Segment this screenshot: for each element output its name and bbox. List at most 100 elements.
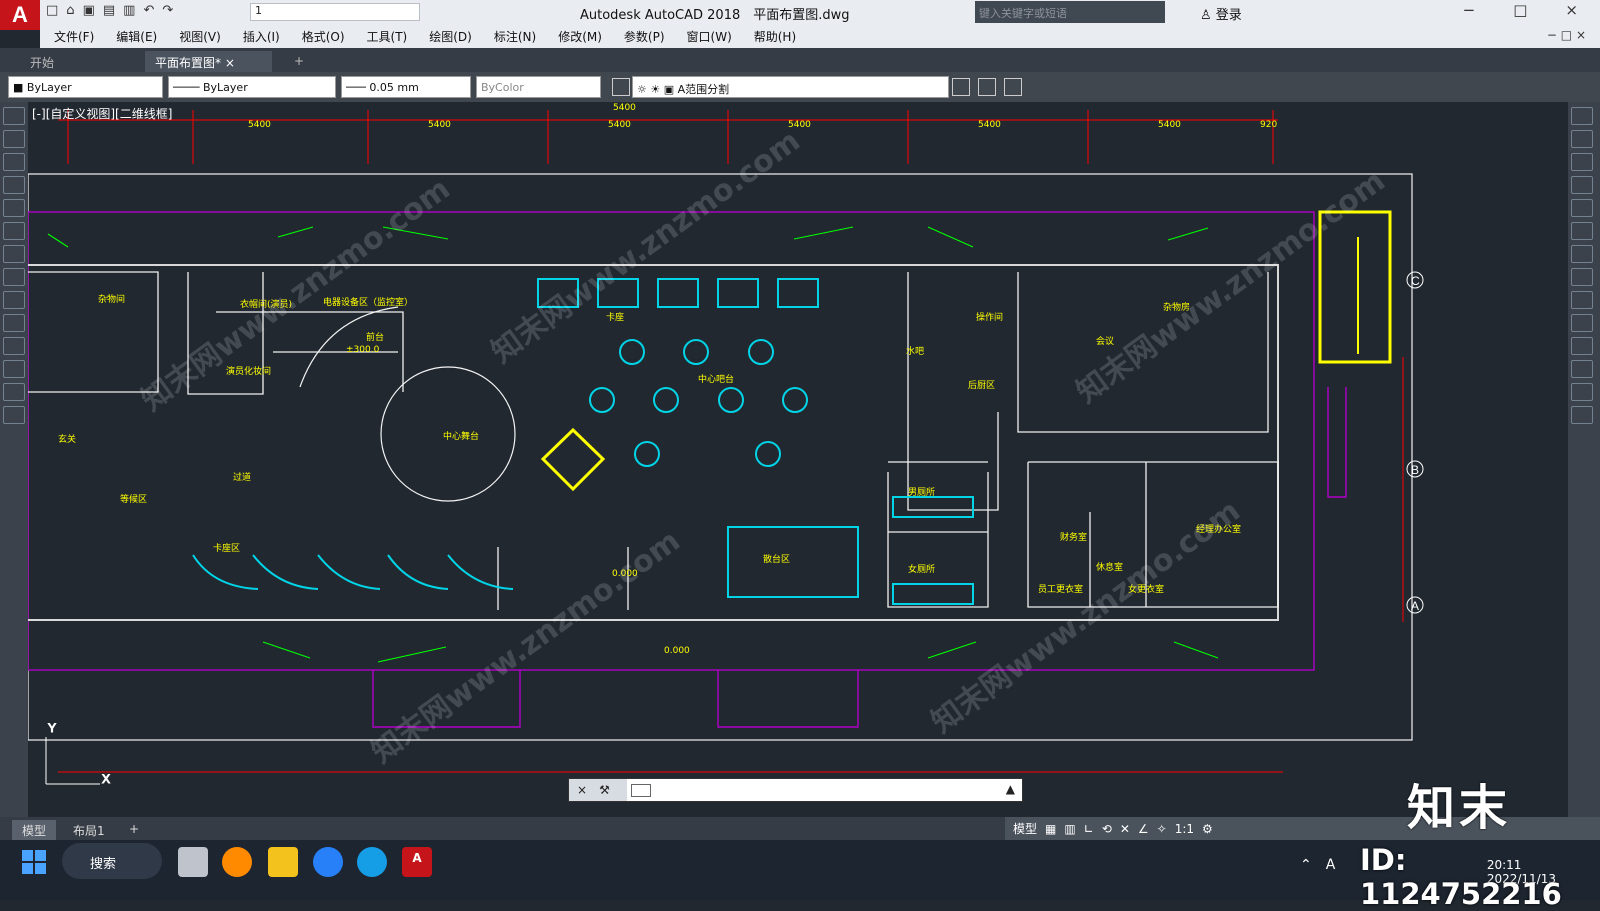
settings-icon[interactable]: ⚙ <box>1202 822 1213 836</box>
layout1-tab[interactable]: 布局1 <box>63 820 115 841</box>
construction-line-icon[interactable] <box>3 130 25 148</box>
spline-icon[interactable] <box>3 291 25 309</box>
close-command-icon[interactable]: × <box>577 783 587 797</box>
erase-icon[interactable] <box>1571 107 1593 125</box>
polygon-icon[interactable] <box>3 176 25 194</box>
extend-icon[interactable] <box>1571 337 1593 355</box>
trim-icon[interactable] <box>1571 314 1593 332</box>
add-layout-button[interactable]: + <box>119 820 149 838</box>
command-input[interactable] <box>659 780 999 800</box>
previous-layer-icon[interactable] <box>978 78 996 96</box>
scale-button[interactable]: 1:1 <box>1175 822 1194 836</box>
layer-isolate-icon[interactable] <box>1004 78 1022 96</box>
otrack-icon[interactable]: ∠ <box>1138 822 1149 836</box>
active-drawing-tab[interactable]: 平面布置图* × <box>145 51 272 72</box>
autocad-taskbar-icon[interactable]: A <box>402 847 432 877</box>
chevron-up-icon[interactable]: ▲ <box>1006 782 1015 796</box>
polar-icon[interactable]: ⟲ <box>1102 822 1112 836</box>
start-tab[interactable]: 开始 <box>20 51 130 72</box>
add-tab-button[interactable]: + <box>284 51 312 72</box>
viewport-label[interactable]: [-][自定义视图][二维线框] <box>32 105 172 122</box>
offset-icon[interactable] <box>1571 176 1593 194</box>
menu-parameters[interactable]: 参数(P) <box>624 28 665 45</box>
hatch-icon[interactable] <box>3 360 25 378</box>
match-layer-icon[interactable] <box>952 78 970 96</box>
save-icon[interactable]: ▣ <box>83 3 95 18</box>
file-explorer-icon[interactable] <box>268 847 298 877</box>
drawing-viewport[interactable]: [-][自定义视图][二维线框] 5400 5400 5400 5400 540… <box>28 102 1568 818</box>
menu-tools[interactable]: 工具(T) <box>367 28 408 45</box>
snap-icon[interactable]: ▥ <box>1064 822 1075 836</box>
redo-icon[interactable]: ↷ <box>162 3 173 18</box>
scale-icon[interactable] <box>1571 268 1593 286</box>
table-icon[interactable] <box>3 383 25 401</box>
undo-icon[interactable]: ↶ <box>143 3 154 18</box>
explode-icon[interactable] <box>1571 406 1593 424</box>
menu-view[interactable]: 视图(V) <box>179 28 221 45</box>
menu-draw[interactable]: 绘图(D) <box>429 28 472 45</box>
windows-start-icon[interactable] <box>22 850 46 874</box>
block-icon[interactable] <box>3 337 25 355</box>
line-icon[interactable] <box>3 107 25 125</box>
ortho-icon[interactable]: ∟ <box>1084 822 1094 836</box>
revision-cloud-icon[interactable] <box>3 268 25 286</box>
annotation-icon[interactable]: ✧ <box>1157 822 1167 836</box>
save-as-icon[interactable]: ▤ <box>103 3 115 18</box>
break-icon[interactable] <box>1571 360 1593 378</box>
restore-icon[interactable]: □ <box>1513 1 1527 19</box>
grid-icon[interactable]: ▦ <box>1045 822 1056 836</box>
edge-icon[interactable] <box>357 847 387 877</box>
building-outline <box>28 173 1413 741</box>
osnap-icon[interactable]: ✕ <box>1120 822 1130 836</box>
command-line[interactable]: × ⚒ ▲ <box>568 778 1023 802</box>
move-icon[interactable] <box>1571 222 1593 240</box>
stretch-icon[interactable] <box>1571 291 1593 309</box>
help-search-input[interactable]: 键入关键字或短语 <box>975 1 1165 23</box>
text-icon[interactable] <box>3 406 25 424</box>
mirror-icon[interactable] <box>1571 153 1593 171</box>
rotate-icon[interactable] <box>1571 245 1593 263</box>
menu-file[interactable]: 文件(F) <box>54 28 94 45</box>
layer-dropdown[interactable]: ☼ ☀ ▣ A范围分割 <box>632 76 949 98</box>
minimize-icon[interactable]: − <box>1463 1 1476 19</box>
workspace-selector[interactable]: 1 <box>250 3 420 21</box>
array-icon[interactable] <box>1571 199 1593 217</box>
task-view-icon[interactable] <box>178 847 208 877</box>
menu-help[interactable]: 帮助(H) <box>754 28 796 45</box>
fillet-icon[interactable] <box>1571 383 1593 401</box>
linetype-dropdown[interactable]: ──── ByLayer <box>168 76 336 98</box>
arc-icon[interactable] <box>3 222 25 240</box>
draw-toolbar <box>0 102 28 817</box>
document-controls[interactable]: − □ × <box>1547 28 1586 42</box>
copy-icon[interactable] <box>1571 130 1593 148</box>
close-tab-icon[interactable]: × <box>225 56 235 70</box>
weather-icon[interactable] <box>222 847 252 877</box>
autocad-logo[interactable]: A <box>0 0 40 30</box>
command-prompt-icon[interactable] <box>631 784 651 797</box>
menu-insert[interactable]: 插入(I) <box>243 28 280 45</box>
color-dropdown[interactable]: ■ ByLayer <box>8 76 163 98</box>
customize-command-icon[interactable]: ⚒ <box>599 783 610 797</box>
print-icon[interactable]: ▥ <box>123 3 135 18</box>
plotstyle-dropdown[interactable]: ByColor <box>476 76 601 98</box>
new-file-icon[interactable]: □ <box>46 3 58 18</box>
lineweight-dropdown[interactable]: ─── 0.05 mm <box>341 76 471 98</box>
ellipse-icon[interactable] <box>3 314 25 332</box>
menu-dimension[interactable]: 标注(N) <box>494 28 536 45</box>
menu-format[interactable]: 格式(O) <box>302 28 345 45</box>
menu-window[interactable]: 窗口(W) <box>687 28 732 45</box>
layer-properties-icon[interactable] <box>612 78 630 96</box>
login-button[interactable]: ♙ 登录 <box>1200 4 1242 23</box>
dimension-label: 5400 <box>978 120 1001 130</box>
taskbar-search-button[interactable]: 搜索 <box>62 843 162 879</box>
close-icon[interactable]: × <box>1565 1 1578 19</box>
menu-edit[interactable]: 编辑(E) <box>116 28 157 45</box>
rectangle-icon[interactable] <box>3 199 25 217</box>
model-tab[interactable]: 模型 <box>12 820 57 841</box>
circle-icon[interactable] <box>3 245 25 263</box>
open-file-icon[interactable]: ⌂ <box>66 3 74 18</box>
model-space-button[interactable]: 模型 <box>1013 820 1037 837</box>
polyline-icon[interactable] <box>3 153 25 171</box>
menu-modify[interactable]: 修改(M) <box>558 28 602 45</box>
browser-icon[interactable] <box>313 847 343 877</box>
